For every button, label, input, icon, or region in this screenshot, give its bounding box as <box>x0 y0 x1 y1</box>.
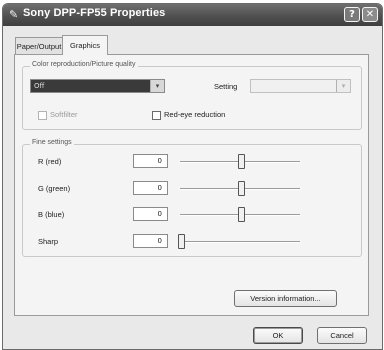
ok-button[interactable]: OK <box>253 327 303 344</box>
green-spinbox[interactable]: 0 <box>133 181 168 195</box>
picture-mode-dropdown[interactable]: Off ▾ <box>30 79 165 93</box>
blue-spinbox[interactable]: 0 <box>133 207 168 221</box>
printer-icon: ✎ <box>9 8 19 21</box>
redeye-label: Red-eye reduction <box>164 110 226 119</box>
picture-mode-value: Off <box>31 80 151 92</box>
blue-slider-thumb[interactable] <box>238 207 245 222</box>
red-label: R (red) <box>38 157 62 166</box>
title-bar[interactable]: ✎ Sony DPP-FP55 Properties ? ✕ <box>3 4 382 26</box>
sharp-label: Sharp <box>38 237 59 246</box>
red-slider-thumb[interactable] <box>238 154 245 169</box>
tab-graphics[interactable]: Graphics <box>62 35 108 55</box>
sharp-slider-track[interactable] <box>180 241 300 243</box>
softfilter-checkbox[interactable] <box>38 111 47 120</box>
tab-paper-output[interactable]: Paper/Output <box>15 37 63 55</box>
blue-label: B (blue) <box>38 210 65 219</box>
sharp-spinbox[interactable]: 0 <box>133 234 168 248</box>
chevron-down-icon: ▾ <box>150 80 164 92</box>
green-slider-thumb[interactable] <box>238 181 245 196</box>
red-spinbox[interactable]: 0 <box>133 154 168 168</box>
color-reproduction-legend: Color reproduction/Picture quality <box>30 61 138 68</box>
redeye-checkbox[interactable] <box>152 111 161 120</box>
green-label: G (green) <box>38 184 71 193</box>
sharp-slider-thumb[interactable] <box>178 234 185 249</box>
softfilter-label: Softfilter <box>50 110 78 119</box>
close-button[interactable]: ✕ <box>362 7 378 22</box>
cancel-button[interactable]: Cancel <box>317 327 367 344</box>
window-title: Sony DPP-FP55 Properties <box>23 7 166 19</box>
version-information-button[interactable]: Version information... <box>234 290 337 307</box>
help-button[interactable]: ? <box>344 7 360 22</box>
setting-label: Setting <box>214 82 238 91</box>
setting-dropdown[interactable]: ▾ <box>250 79 351 93</box>
chevron-down-icon: ▾ <box>336 80 350 92</box>
color-reproduction-group <box>22 66 362 130</box>
fine-settings-legend: Fine settings <box>30 139 74 146</box>
